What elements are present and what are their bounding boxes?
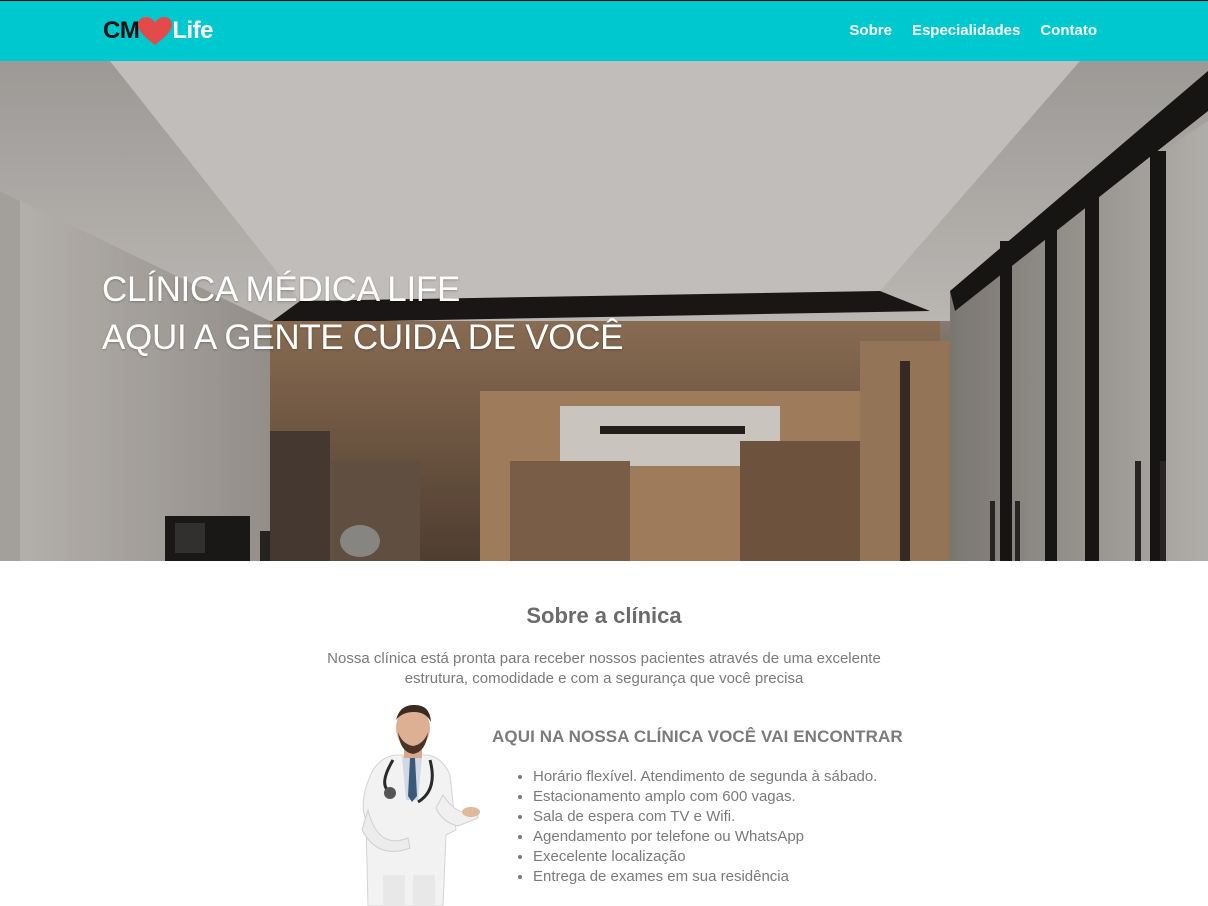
list-item: Horário flexível. Atendimento de segunda… — [533, 767, 877, 787]
doctor-illustration — [361, 704, 480, 906]
about-description: Nossa clínica está pronta para receber n… — [327, 650, 881, 687]
list-item: Estacionamento amplo com 600 vagas. — [533, 787, 877, 807]
logo-text-life: Life — [172, 17, 213, 44]
list-item: Execelente localização — [533, 847, 877, 867]
hero-title: CLÍNICA MÉDICA LIFE — [102, 270, 461, 309]
features-list: Horário flexível. Atendimento de segunda… — [533, 767, 877, 887]
nav-link-sobre[interactable]: Sobre — [849, 22, 892, 39]
about-title: Sobre a clínica — [526, 603, 682, 628]
hero-subtitle: AQUI A GENTE CUIDA DE VOCÊ — [102, 318, 624, 357]
site-header: CM Life Sobre Especialidades Contato — [0, 0, 1208, 61]
list-item: Agendamento por telefone ou WhatsApp — [533, 827, 877, 847]
doctor-photo — [338, 700, 488, 906]
nav-link-contato[interactable]: Contato — [1040, 22, 1097, 39]
features-title: AQUI NA NOSSA CLÍNICA VOCÊ VAI ENCONTRAR — [492, 727, 903, 746]
list-item: Sala de espera com TV e Wifi. — [533, 807, 877, 827]
logo-text-cm: CM — [103, 17, 140, 44]
hero-heading: CLÍNICA MÉDICA LIFE AQUI A GENTE CUIDA D… — [102, 266, 624, 362]
nav-link-especialidades[interactable]: Especialidades — [912, 22, 1020, 39]
main-nav: Sobre Especialidades Contato — [849, 22, 1097, 39]
logo[interactable]: CM Life — [103, 15, 213, 47]
heart-icon — [138, 17, 173, 45]
hero-banner: CLÍNICA MÉDICA LIFE AQUI A GENTE CUIDA D… — [0, 61, 1208, 561]
list-item: Entrega de exames em sua residência — [533, 867, 877, 887]
